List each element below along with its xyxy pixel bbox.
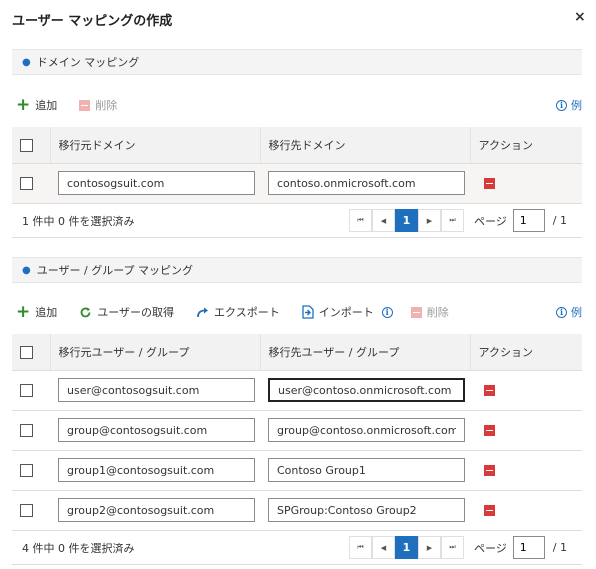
table-row <box>12 490 582 531</box>
user-table-footer: 4 件中 0 件を選択済み ⏮ ◀ 1 ▶ ⏭ ページ / 1 <box>12 531 582 565</box>
source-user-input[interactable] <box>58 378 255 402</box>
target-user-input[interactable] <box>268 418 465 442</box>
select-all-cell <box>12 127 50 164</box>
refresh-icon <box>79 306 92 319</box>
last-page-button[interactable]: ⏭ <box>441 536 464 559</box>
domain-example-label: 例 <box>571 99 582 112</box>
row-checkbox[interactable] <box>20 423 33 437</box>
row-delete-icon[interactable] <box>484 385 495 396</box>
select-all-checkbox[interactable] <box>20 138 33 152</box>
target-user-input[interactable] <box>268 498 465 522</box>
user-delete-label: 削除 <box>426 306 449 319</box>
row-delete-icon[interactable] <box>484 505 495 516</box>
minus-square-icon <box>410 306 422 318</box>
column-header-target-domain: 移行先ドメイン <box>259 127 470 164</box>
user-add-button[interactable]: + 追加 <box>16 302 58 322</box>
source-user-input[interactable] <box>58 498 255 522</box>
domain-mapping-title: ドメイン マッピング <box>36 56 140 69</box>
current-page-button[interactable]: 1 <box>395 536 418 559</box>
page-total: / 1 <box>552 214 567 227</box>
first-page-button[interactable]: ⏮ <box>349 209 372 232</box>
row-checkbox[interactable] <box>20 383 33 397</box>
import-info-icon[interactable]: i <box>381 306 393 318</box>
user-group-mapping-header: ● ユーザー / グループ マッピング <box>12 257 582 283</box>
info-icon: i <box>556 306 567 318</box>
close-icon[interactable]: × <box>574 9 586 25</box>
domain-mapping-header: ● ドメイン マッピング <box>12 49 582 75</box>
import-file-icon <box>302 305 314 319</box>
target-user-input[interactable] <box>268 378 465 402</box>
row-delete-icon[interactable] <box>484 425 495 436</box>
import-label: インポート <box>318 306 374 319</box>
column-header-source-domain: 移行元ドメイン <box>49 127 260 164</box>
prev-page-button[interactable]: ◀ <box>372 536 395 559</box>
user-example-link[interactable]: i 例 <box>556 304 582 320</box>
user-delete-button[interactable]: 削除 <box>410 304 449 320</box>
page-number-input[interactable] <box>512 536 545 559</box>
table-row <box>12 450 582 491</box>
target-domain-input[interactable] <box>268 171 465 195</box>
domain-table-footer: 1 件中 0 件を選択済み ⏮ ◀ 1 ▶ ⏭ ページ / 1 <box>12 204 582 238</box>
current-page-button[interactable]: 1 <box>395 209 418 232</box>
select-all-checkbox[interactable] <box>20 345 33 359</box>
domain-pager: ⏮ ◀ 1 ▶ ⏭ ページ / 1 <box>349 209 567 232</box>
prev-page-button[interactable]: ◀ <box>372 209 395 232</box>
user-group-mapping-title: ユーザー / グループ マッピング <box>36 264 194 277</box>
get-users-label: ユーザーの取得 <box>97 306 175 319</box>
selection-status: 1 件中 0 件を選択済み <box>22 214 135 228</box>
row-delete-icon[interactable] <box>484 178 495 189</box>
domain-toolbar: + 追加 削除 i 例 <box>16 93 582 117</box>
user-pager: ⏮ ◀ 1 ▶ ⏭ ページ / 1 <box>349 536 567 559</box>
next-page-button[interactable]: ▶ <box>418 209 441 232</box>
user-group-toolbar: + 追加 ユーザーの取得 エクスポート インポート i 削除 i 例 <box>16 300 582 324</box>
page-label: ページ <box>474 214 507 228</box>
source-user-input[interactable] <box>58 418 255 442</box>
table-row <box>12 370 582 411</box>
column-header-action: アクション <box>469 334 582 371</box>
column-header-target-user-group: 移行先ユーザー / グループ <box>259 334 470 371</box>
page-number-input[interactable] <box>512 209 545 232</box>
info-icon: i <box>556 99 567 111</box>
domain-add-label: 追加 <box>35 99 58 112</box>
page-label: ページ <box>474 541 507 555</box>
domain-delete-label: 削除 <box>95 99 118 112</box>
source-user-input[interactable] <box>58 458 255 482</box>
table-header-row: 移行元ドメイン 移行先ドメイン アクション <box>12 127 582 164</box>
table-row <box>12 410 582 451</box>
target-user-input[interactable] <box>268 458 465 482</box>
domain-add-button[interactable]: + 追加 <box>16 95 58 115</box>
export-label: エクスポート <box>214 306 280 319</box>
table-row <box>12 163 582 204</box>
plus-icon: + <box>16 302 31 322</box>
column-header-source-user-group: 移行元ユーザー / グループ <box>49 334 260 371</box>
minus-square-icon <box>79 99 91 111</box>
page-total: / 1 <box>552 541 567 554</box>
row-delete-icon[interactable] <box>484 465 495 476</box>
column-header-action: アクション <box>469 127 582 164</box>
next-page-button[interactable]: ▶ <box>418 536 441 559</box>
select-all-cell <box>12 334 50 371</box>
import-button[interactable]: インポート <box>302 304 374 320</box>
table-header-row: 移行元ユーザー / グループ 移行先ユーザー / グループ アクション <box>12 334 582 371</box>
domain-delete-button[interactable]: 削除 <box>79 97 117 113</box>
bullet-icon: ● <box>22 56 31 68</box>
plus-icon: + <box>16 95 31 115</box>
dialog-title: ユーザー マッピングの作成 <box>12 14 173 29</box>
row-checkbox[interactable] <box>20 463 33 477</box>
user-group-mapping-table: 移行元ユーザー / グループ 移行先ユーザー / グループ アクション <box>12 334 582 531</box>
export-button[interactable]: エクスポート <box>196 304 280 320</box>
get-users-button[interactable]: ユーザーの取得 <box>79 304 174 320</box>
selection-status: 4 件中 0 件を選択済み <box>22 541 135 555</box>
domain-mapping-table: 移行元ドメイン 移行先ドメイン アクション <box>12 127 582 204</box>
source-domain-input[interactable] <box>58 171 255 195</box>
last-page-button[interactable]: ⏭ <box>441 209 464 232</box>
first-page-button[interactable]: ⏮ <box>349 536 372 559</box>
user-add-label: 追加 <box>35 306 58 319</box>
row-checkbox[interactable] <box>20 176 33 190</box>
bullet-icon: ● <box>22 264 31 276</box>
share-arrow-icon <box>196 306 209 319</box>
row-checkbox[interactable] <box>20 503 33 517</box>
domain-example-link[interactable]: i 例 <box>556 97 582 113</box>
user-example-label: 例 <box>571 306 582 319</box>
